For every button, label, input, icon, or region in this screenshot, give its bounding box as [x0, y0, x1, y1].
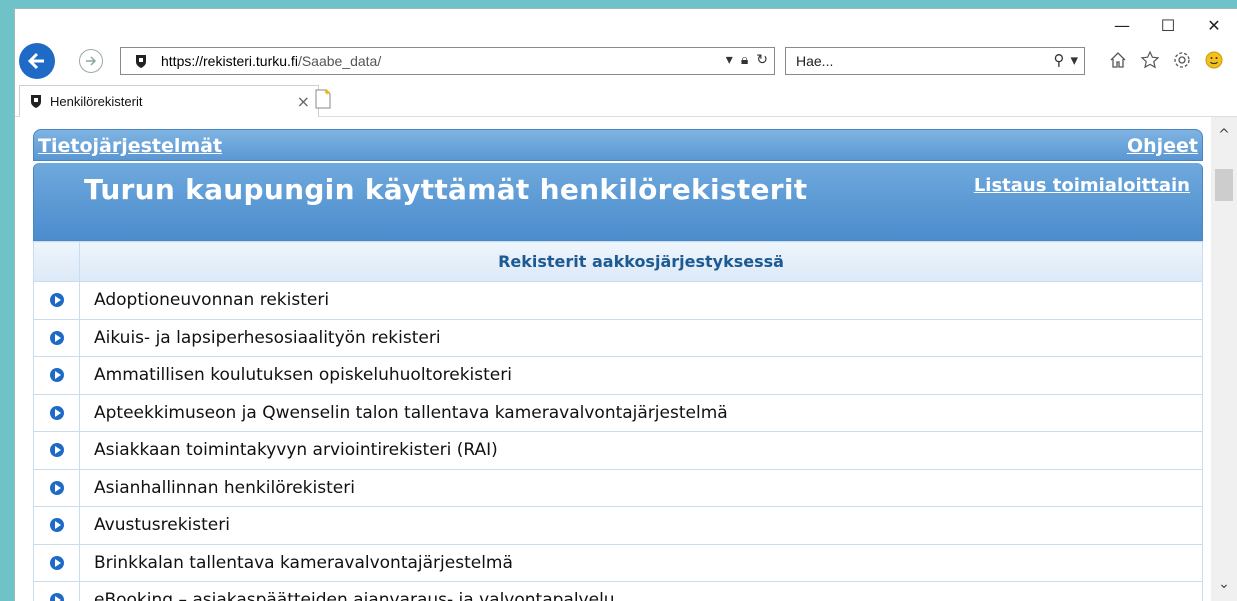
- refresh-icon[interactable]: ↻: [756, 52, 768, 68]
- search-field[interactable]: Hae... ⚲ ▾: [785, 47, 1085, 75]
- close-window-button[interactable]: ✕: [1191, 9, 1237, 41]
- bullet-cell: [33, 506, 80, 545]
- minimize-button[interactable]: —: [1099, 9, 1145, 41]
- url-text: https://rekisteri.turku.fi/Saabe_data/: [161, 53, 381, 69]
- bullet-cell: [33, 318, 80, 357]
- page: Tietojärjestelmät Ohjeet Turun kaupungin…: [33, 129, 1203, 601]
- table-row[interactable]: Asiakkaan toimintakyvyn arviointirekiste…: [33, 431, 1203, 470]
- turku-crest-icon: [136, 55, 146, 68]
- turku-crest-icon: [31, 95, 41, 108]
- table-header: Rekisterit aakkosjärjestyksessä: [79, 241, 1203, 282]
- table-row[interactable]: Asianhallinnan henkilörekisteri: [33, 468, 1203, 507]
- registry-link[interactable]: Aikuis- ja lapsiperhesosiaalityön rekist…: [79, 318, 1203, 357]
- bullet-cell: [33, 431, 80, 470]
- favorites-star-icon[interactable]: [1137, 47, 1163, 73]
- maximize-button[interactable]: ☐: [1145, 9, 1191, 41]
- bullet-cell: [33, 356, 80, 395]
- url-prefix: https://rekisteri.: [161, 53, 256, 69]
- url-path: /Saabe_data/: [297, 53, 382, 69]
- gear-icon[interactable]: [1169, 47, 1195, 73]
- arrow-bullet-icon: [49, 480, 64, 495]
- home-icon[interactable]: [1105, 47, 1131, 73]
- smiley-feedback-icon[interactable]: [1201, 47, 1227, 73]
- registry-link[interactable]: Adoptioneuvonnan rekisteri: [79, 281, 1203, 320]
- table-header-spacer: [33, 241, 80, 282]
- tab-row: Henkilörekisterit ×: [15, 83, 1237, 117]
- forward-button[interactable]: [79, 49, 103, 73]
- page-title: Turun kaupungin käyttämät henkilörekiste…: [84, 173, 808, 206]
- table-body: Adoptioneuvonnan rekisteri Aikuis- ja lap…: [33, 281, 1203, 601]
- toolbar-icons: [1105, 47, 1227, 73]
- close-tab-icon[interactable]: ×: [297, 92, 310, 111]
- url-tools: ▾ 🔒︎ ↻: [726, 52, 768, 68]
- registry-link[interactable]: Asiakkaan toimintakyvyn arviointirekiste…: [79, 431, 1203, 470]
- table-row[interactable]: Apteekkimuseon ja Qwenselin talon tallen…: [33, 393, 1203, 432]
- table-row[interactable]: eBooking – asiakaspäätteiden ajanvaraus-…: [33, 581, 1203, 601]
- page-content: Tietojärjestelmät Ohjeet Turun kaupungin…: [15, 117, 1237, 601]
- search-icon[interactable]: ⚲: [1053, 51, 1064, 69]
- dropdown-icon[interactable]: ▾: [726, 52, 733, 68]
- table-row[interactable]: Aikuis- ja lapsiperhesosiaalityön rekist…: [33, 318, 1203, 357]
- url-domain: turku.fi: [255, 53, 298, 69]
- registry-link[interactable]: Ammatillisen koulutuksen opiskeluhuoltor…: [79, 356, 1203, 395]
- tab-label: Henkilörekisterit: [50, 94, 143, 109]
- page-header: Turun kaupungin käyttämät henkilörekiste…: [33, 163, 1203, 241]
- link-ohjeet[interactable]: Ohjeet: [1127, 135, 1198, 157]
- search-tools: ⚲ ▾: [1053, 51, 1078, 69]
- search-placeholder: Hae...: [796, 53, 834, 69]
- arrow-bullet-icon: [49, 405, 64, 420]
- arrow-bullet-icon: [49, 330, 64, 345]
- link-listaus-toimialoittain[interactable]: Listaus toimialoittain: [974, 175, 1190, 196]
- registry-link[interactable]: Asianhallinnan henkilörekisteri: [79, 468, 1203, 507]
- lock-icon[interactable]: 🔒︎: [741, 52, 748, 68]
- registry-link[interactable]: eBooking – asiakaspäätteiden ajanvaraus-…: [79, 581, 1203, 601]
- link-tietojarjestelmat[interactable]: Tietojärjestelmät: [38, 135, 222, 157]
- registry-table: Rekisterit aakkosjärjestyksessä Adoption…: [33, 241, 1203, 601]
- arrow-bullet-icon: [49, 368, 64, 383]
- arrow-bullet-icon: [49, 443, 64, 458]
- registry-link[interactable]: Apteekkimuseon ja Qwenselin talon tallen…: [79, 393, 1203, 432]
- back-button[interactable]: [19, 43, 55, 79]
- arrow-bullet-icon: [49, 555, 64, 570]
- scroll-down-icon[interactable]: ⌄: [1211, 572, 1237, 596]
- new-tab-icon: [315, 89, 331, 109]
- new-tab-button[interactable]: [311, 87, 335, 111]
- arrow-left-icon: [27, 52, 44, 70]
- vertical-scrollbar[interactable]: ^ ⌄: [1211, 117, 1237, 601]
- bullet-cell: [33, 393, 80, 432]
- bullet-cell: [33, 543, 80, 582]
- scroll-thumb[interactable]: [1215, 169, 1233, 201]
- search-dropdown-icon[interactable]: ▾: [1070, 51, 1078, 69]
- scroll-up-icon[interactable]: ^: [1211, 123, 1237, 147]
- tab-henkilorekisterit[interactable]: Henkilörekisterit ×: [19, 85, 319, 117]
- registry-link[interactable]: Avustusrekisteri: [79, 506, 1203, 545]
- bullet-cell: [33, 281, 80, 320]
- url-field[interactable]: https://rekisteri.turku.fi/Saabe_data/ ▾…: [120, 47, 775, 75]
- arrow-bullet-icon: [49, 593, 64, 601]
- bullet-cell: [33, 468, 80, 507]
- table-row[interactable]: Brinkkalan tallentava kameravalvontajärj…: [33, 543, 1203, 582]
- browser-window: — ☐ ✕ https://rekisteri.turku.fi/Saabe_d…: [14, 8, 1237, 601]
- bullet-cell: [33, 581, 80, 601]
- table-row[interactable]: Adoptioneuvonnan rekisteri: [33, 281, 1203, 320]
- window-controls: — ☐ ✕: [1099, 9, 1237, 41]
- arrow-bullet-icon: [49, 518, 64, 533]
- arrow-right-icon: [86, 56, 97, 66]
- table-row[interactable]: Ammatillisen koulutuksen opiskeluhuoltor…: [33, 356, 1203, 395]
- table-header-row: Rekisterit aakkosjärjestyksessä: [33, 241, 1203, 282]
- address-row: https://rekisteri.turku.fi/Saabe_data/ ▾…: [15, 41, 1237, 81]
- arrow-bullet-icon: [49, 293, 64, 308]
- table-row[interactable]: Avustusrekisteri: [33, 506, 1203, 545]
- top-nav: Tietojärjestelmät Ohjeet: [33, 129, 1203, 161]
- registry-link[interactable]: Brinkkalan tallentava kameravalvontajärj…: [79, 543, 1203, 582]
